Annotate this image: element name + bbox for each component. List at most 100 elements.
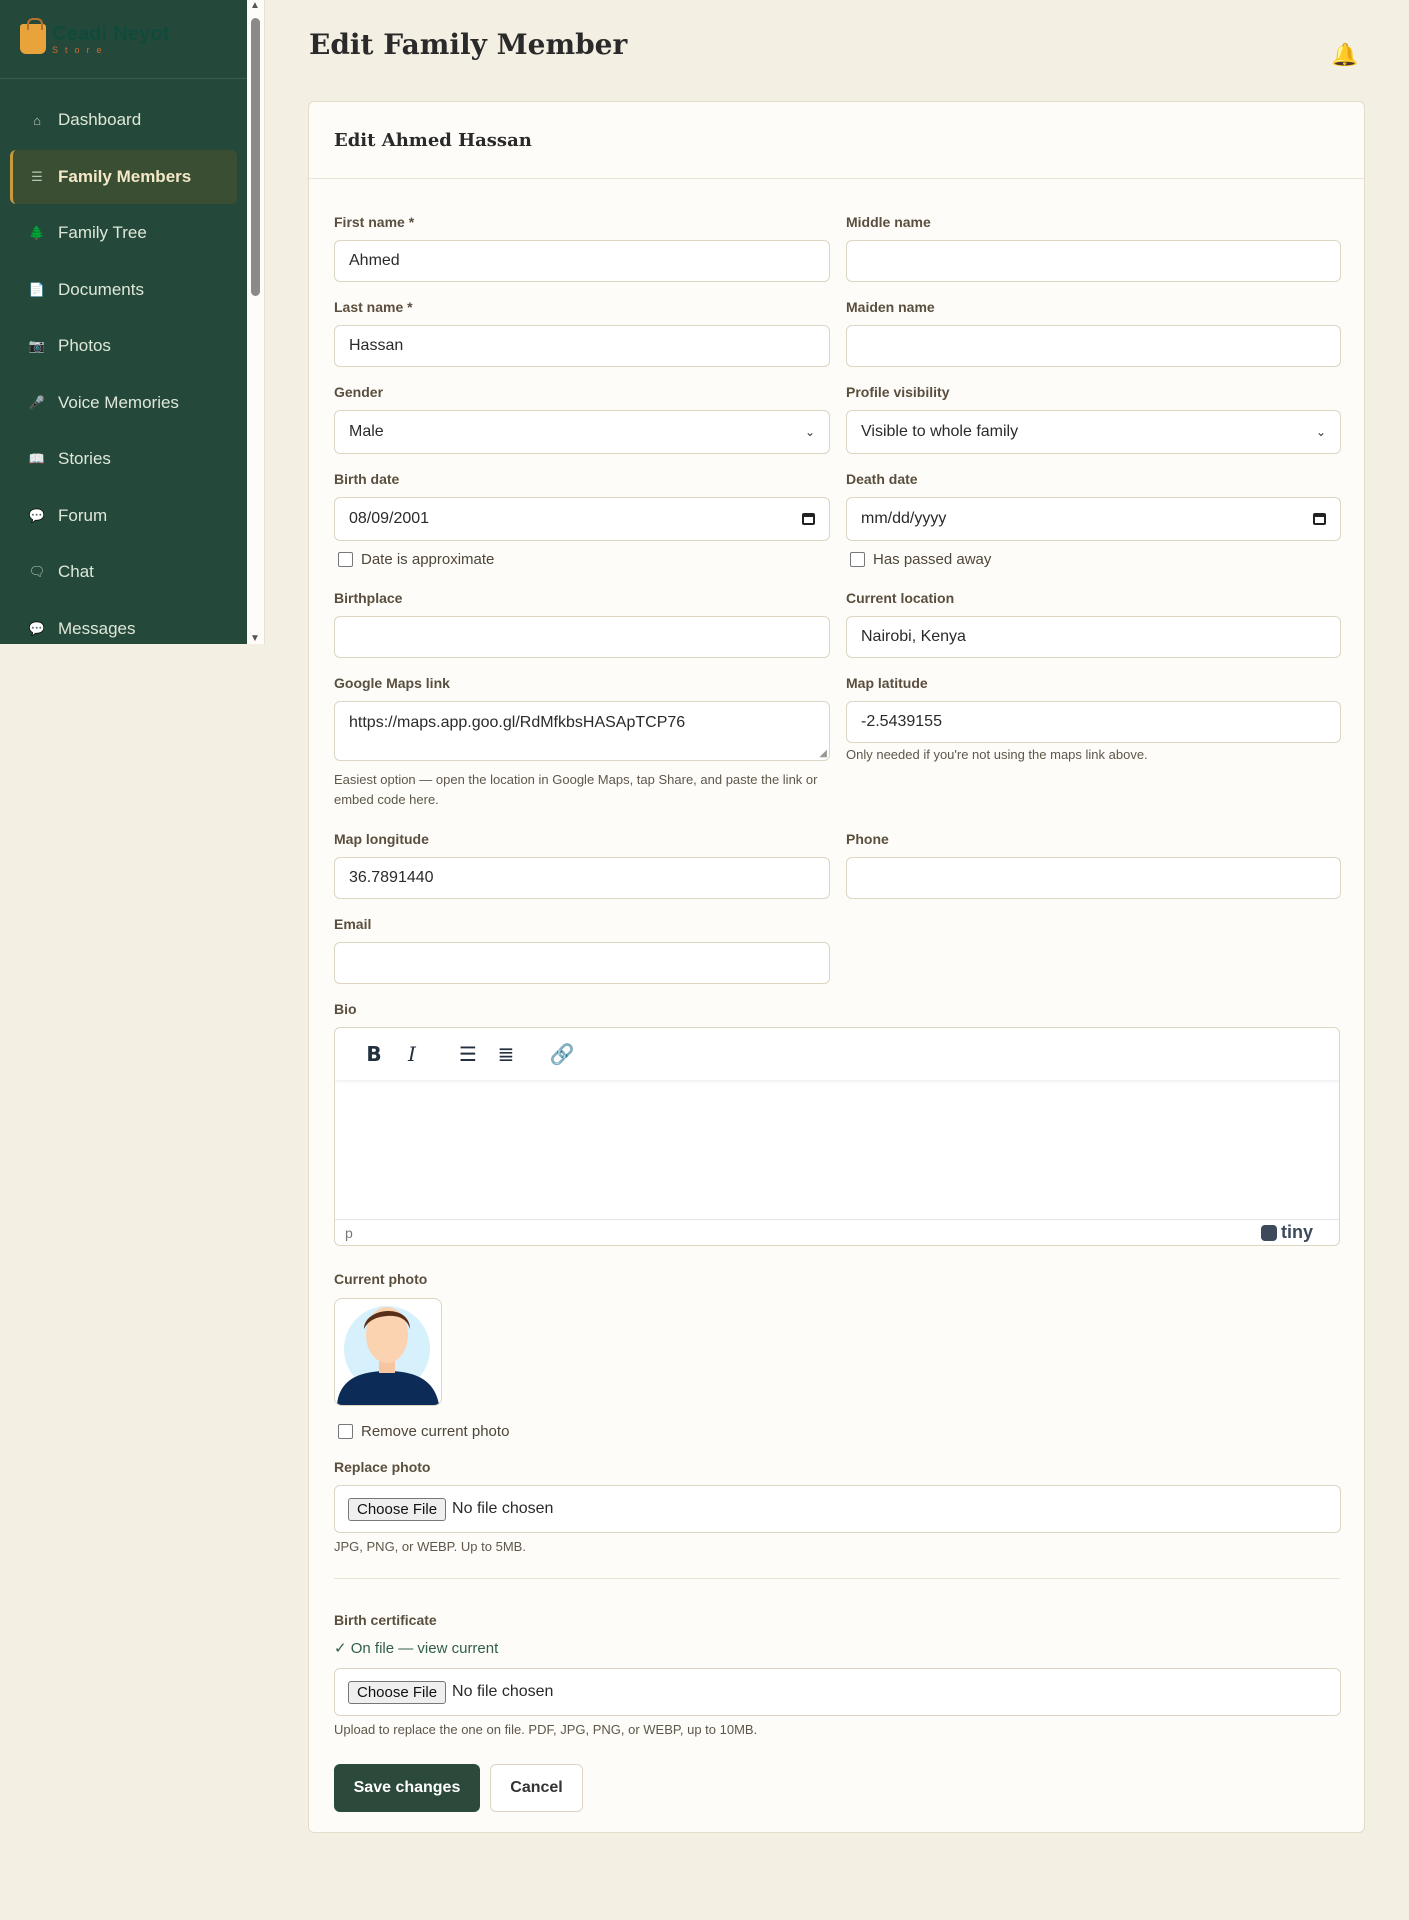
passed-away-checkbox-row[interactable]: Has passed away	[850, 551, 991, 568]
sidebar-item-label: Stories	[58, 449, 111, 468]
replace-photo-file-input[interactable]: Choose File No file chosen	[334, 1485, 1341, 1533]
choose-file-button[interactable]: Choose File	[348, 1497, 447, 1521]
gender-label: Gender	[334, 384, 384, 400]
calendar-icon[interactable]	[802, 513, 815, 525]
tiny-logo[interactable]: tiny	[1260, 1222, 1313, 1243]
resize-handle-icon[interactable]: ◢	[819, 748, 827, 759]
remove-photo-label: Remove current photo	[361, 1423, 510, 1440]
numbered-list-icon[interactable]: ≣	[487, 1042, 525, 1067]
bullet-list-icon[interactable]: ☰	[449, 1042, 487, 1067]
scroll-down-icon[interactable]: ▼	[250, 633, 260, 644]
maiden-name-input[interactable]	[846, 325, 1341, 367]
maps-link-value: https://maps.app.goo.gl/RdMfkbsHASApTCP7…	[349, 714, 686, 731]
middle-name-label: Middle name	[846, 214, 931, 230]
photos-icon: 📷	[28, 338, 46, 353]
sidebar-scrollbar[interactable]: ▲ ▼	[247, 0, 265, 644]
last-name-label: Last name *	[334, 299, 413, 315]
last-name-input[interactable]: Hassan	[334, 325, 830, 367]
italic-icon[interactable]: I	[393, 1042, 431, 1066]
visibility-select[interactable]: Visible to whole family ⌄	[846, 410, 1341, 454]
editor-element-path[interactable]: p	[345, 1225, 353, 1241]
save-button[interactable]: Save changes	[334, 1764, 480, 1812]
birthplace-label: Birthplace	[334, 590, 403, 606]
sidebar: Ceadi Neyot Store ⌂ Dashboard ☰ Family Memb…	[0, 0, 247, 644]
map-latitude-label: Map latitude	[846, 675, 928, 691]
gender-value: Male	[349, 423, 384, 440]
replace-photo-label: Replace photo	[334, 1459, 431, 1475]
maps-link-help: Easiest option — open the location in Go…	[334, 772, 818, 807]
maps-link-textarea[interactable]: https://maps.app.goo.gl/RdMfkbsHASApTCP7…	[334, 701, 830, 761]
bold-icon[interactable]: B	[355, 1042, 393, 1066]
map-longitude-label: Map longitude	[334, 831, 429, 847]
birth-date-input[interactable]: 08/09/2001	[334, 497, 830, 541]
map-longitude-input[interactable]: 36.7891440	[334, 857, 830, 899]
bell-icon[interactable]: 🔔	[1331, 42, 1358, 68]
gender-select[interactable]: Male ⌄	[334, 410, 830, 454]
sidebar-item-label: Dashboard	[58, 110, 142, 129]
brand-subtitle: Store	[52, 44, 109, 55]
link-icon[interactable]: 🔗	[543, 1042, 581, 1067]
calendar-icon[interactable]	[1313, 513, 1326, 525]
sidebar-item-label: Forum	[58, 505, 108, 525]
brand-logo[interactable]: Ceadi Neyot Store	[0, 0, 247, 79]
current-photo-label: Current photo	[334, 1271, 428, 1287]
family-tree-icon: 🌲	[28, 225, 46, 240]
sidebar-item-photos[interactable]: 📷 Photos	[10, 319, 237, 373]
death-date-input[interactable]: mm/dd/yyyy	[846, 497, 1341, 541]
birth-certificate-label: Birth certificate	[334, 1612, 437, 1628]
view-current-link[interactable]: ✓ On file — view current	[334, 1639, 498, 1657]
passed-away-label: Has passed away	[873, 551, 992, 568]
sidebar-item-label: Chat	[58, 562, 94, 581]
section-divider	[334, 1578, 1340, 1579]
sidebar-item-label: Family Tree	[58, 223, 147, 242]
avatar	[334, 1298, 442, 1406]
sidebar-item-forum[interactable]: 💬 Forum	[10, 489, 237, 543]
date-approx-label: Date is approximate	[361, 551, 495, 568]
phone-input[interactable]	[846, 857, 1341, 899]
birthplace-input[interactable]	[334, 616, 830, 658]
sidebar-item-label: Voice Memories	[58, 392, 179, 412]
scroll-thumb[interactable]	[251, 18, 260, 296]
visibility-value: Visible to whole family	[861, 423, 1019, 440]
tiny-brand: tiny	[1280, 1222, 1313, 1242]
sidebar-item-chat[interactable]: 🗨 Chat	[10, 545, 237, 599]
bio-content-area[interactable]	[335, 1080, 1339, 1220]
sidebar-item-voice-memories[interactable]: 🎤 Voice Memories	[10, 376, 237, 430]
date-approx-checkbox-row[interactable]: Date is approximate	[338, 551, 494, 568]
documents-icon: 📄	[28, 281, 46, 297]
editor-toolbar: B I ☰ ≣ 🔗	[335, 1028, 1339, 1080]
sidebar-item-family-tree[interactable]: 🌲 Family Tree	[10, 206, 237, 260]
replace-photo-help: JPG, PNG, or WEBP. Up to 5MB.	[334, 1539, 526, 1554]
birth-certificate-help: Upload to replace the one on file. PDF, …	[334, 1722, 758, 1737]
sidebar-item-family-members[interactable]: ☰ Family Members	[10, 149, 237, 204]
cancel-button[interactable]: Cancel	[490, 1764, 583, 1812]
sidebar-item-messages[interactable]: 💬 Messages	[10, 602, 237, 645]
sidebar-item-documents[interactable]: 📄 Documents	[10, 263, 237, 317]
email-input[interactable]	[334, 942, 830, 984]
remove-photo-checkbox-row[interactable]: Remove current photo	[338, 1423, 509, 1440]
birth-certificate-file-input[interactable]: Choose File No file chosen	[334, 1668, 1341, 1716]
sidebar-item-stories[interactable]: 📖 Stories	[10, 432, 237, 486]
map-latitude-input[interactable]: -2.5439155	[846, 701, 1341, 743]
bio-label: Bio	[334, 1001, 357, 1017]
choose-file-button[interactable]: Choose File	[348, 1680, 447, 1704]
edit-form-card: Edit Ahmed Hassan First name * Ahmed Mid…	[308, 101, 1365, 1833]
forum-icon: 💬	[28, 507, 46, 523]
middle-name-input[interactable]	[846, 240, 1341, 282]
phone-label: Phone	[846, 831, 889, 847]
current-location-label: Current location	[846, 590, 955, 606]
email-label: Email	[334, 916, 372, 932]
passed-away-checkbox[interactable]	[850, 552, 865, 567]
first-name-input[interactable]: Ahmed	[334, 240, 830, 282]
scroll-up-icon[interactable]: ▲	[250, 0, 260, 11]
shopping-bag-icon	[20, 18, 46, 54]
chevron-down-icon: ⌄	[1315, 425, 1326, 439]
brand-name: Ceadi Neyot	[52, 22, 170, 45]
tiny-mark-icon	[1260, 1224, 1277, 1241]
current-location-input[interactable]: Nairobi, Kenya	[846, 616, 1341, 658]
stories-icon: 📖	[28, 451, 46, 466]
date-approx-checkbox[interactable]	[338, 552, 353, 567]
remove-photo-checkbox[interactable]	[338, 1424, 353, 1439]
death-date-value: mm/dd/yyyy	[861, 510, 947, 527]
sidebar-item-dashboard[interactable]: ⌂ Dashboard	[10, 93, 237, 147]
